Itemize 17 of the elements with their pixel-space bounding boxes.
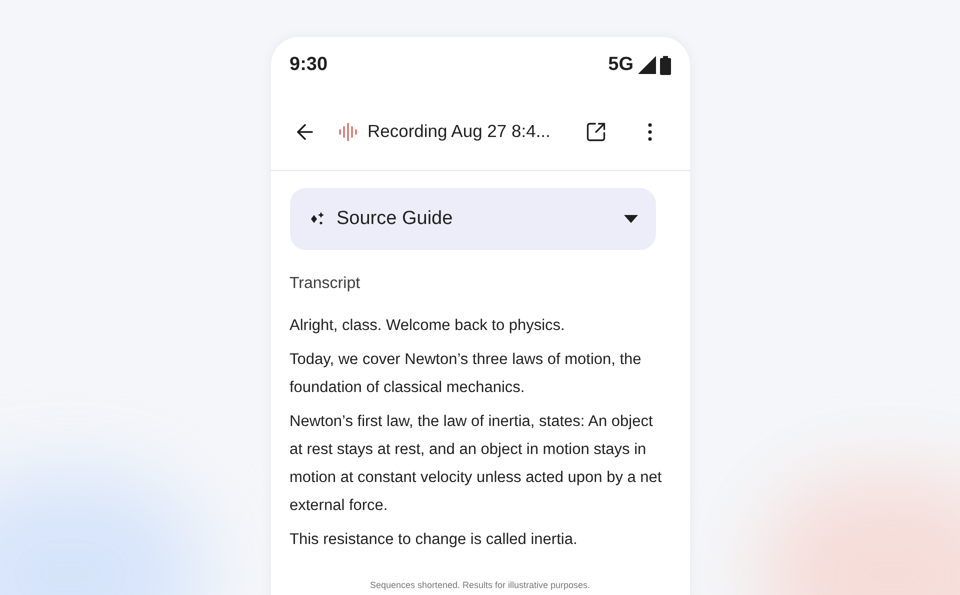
signal-icon (638, 56, 656, 74)
section-label: Transcript (290, 274, 362, 294)
more-options-button[interactable] (646, 120, 654, 142)
open-external-icon (584, 120, 606, 142)
disclaimer: Sequences shortened. Results for illustrative purposes. (368, 578, 592, 592)
status-time: 9:30 (290, 52, 328, 77)
transcript-paragraph: Today, we cover Newton’s three laws of motion, the foundation of classical mechanics. (290, 350, 642, 398)
network-label: 5G (608, 52, 634, 77)
transcript-paragraph: This resistance to change is called inertia. (290, 530, 578, 550)
more-options-icon (648, 122, 652, 140)
recording-title: Recording Aug 27 8:4... (368, 120, 550, 144)
source-guide-dropdown[interactable]: Source Guide (290, 188, 656, 250)
transcript-paragraph: Newton’s first law, the law of inertia, states: An object at rest stays at rest, and an object in motion stays in motion at constant velocity unless acted upon by a net external force. (290, 412, 663, 516)
battery-icon (660, 56, 670, 74)
transcript-paragraph: Alright, class. Welcome back to physics. (290, 316, 566, 336)
caret-icon (624, 215, 638, 223)
waveform-icon (338, 122, 356, 140)
